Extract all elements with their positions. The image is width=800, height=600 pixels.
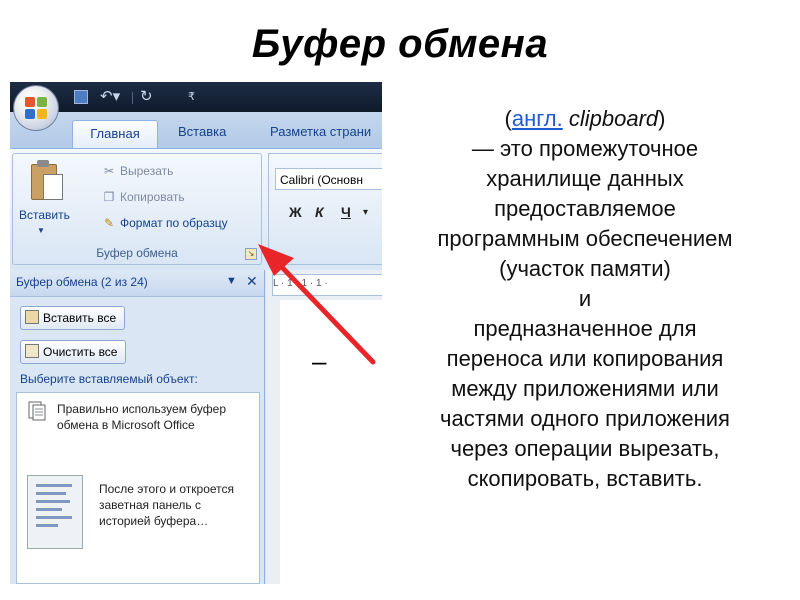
clipboard-item[interactable]: После этого и откроется заветная панель … [99, 481, 249, 529]
definition-line: — это промежуточное [471, 136, 699, 161]
office-button[interactable] [14, 86, 58, 130]
document-icon [27, 401, 47, 421]
clipboard-item[interactable]: Правильно используем буфер обмена в Micr… [57, 401, 253, 433]
underline-dropdown-icon[interactable]: ▾ [363, 207, 368, 218]
scissors-icon: ✂ [103, 164, 115, 178]
definition-text: (англ. clipboard) — это промежуточное хр… [372, 104, 798, 494]
definition-line: хранилище данных [486, 166, 684, 191]
close-paren: ) [658, 106, 666, 131]
open-paren: ( [504, 106, 512, 131]
document-area: L · 1 · 1 · 1 · [266, 270, 382, 584]
customize-qat-icon[interactable]: ₹ [188, 89, 195, 105]
definition-line: (участок памяти) [499, 256, 671, 281]
definition-line: программным обеспечением [437, 226, 733, 251]
ruler: L · 1 · 1 · 1 · [272, 274, 382, 296]
office-screenshot: ↶▾ ↻ ₹ Главная Вставка Разметка страни В… [10, 82, 382, 584]
document-page[interactable] [280, 300, 382, 584]
paste-button[interactable]: Вставить [19, 208, 70, 222]
clipboard-task-pane: Буфер обмена (2 из 24) ▼ ✕ Вставить все … [10, 270, 265, 584]
copy-icon: ❐ [103, 190, 115, 204]
ribbon-tabs: Главная Вставка Разметка страни [10, 112, 382, 148]
copy-label: Копировать [120, 190, 185, 204]
paste-dropdown-icon[interactable]: ▼ [37, 226, 45, 235]
close-icon[interactable]: ✕ [246, 273, 258, 290]
office-logo-icon [25, 97, 47, 119]
redo-icon[interactable]: ↻ [140, 89, 153, 105]
definition-first-line: (англ. clipboard) [372, 104, 798, 134]
definition-line: скопировать, вставить. [467, 466, 703, 491]
tab-home[interactable]: Главная [72, 120, 158, 148]
clear-all-button[interactable]: Очистить все [20, 340, 127, 364]
format-painter-button[interactable]: ✎ Формат по образцу [101, 216, 228, 230]
clipboard-group: Вставить ▼ ✂ Вырезать ❐ Копировать ✎ Формат… [12, 153, 262, 265]
slide-title: Буфер обмена [251, 22, 549, 66]
undo-icon[interactable]: ↶▾ [100, 89, 120, 105]
lang-link[interactable]: англ. [512, 106, 563, 131]
bold-button[interactable]: Ж [289, 204, 302, 220]
italic-button[interactable]: К [315, 204, 324, 220]
task-pane-header: Буфер обмена (2 из 24) ▼ ✕ [10, 270, 264, 297]
cut-button[interactable]: ✂ Вырезать [101, 164, 173, 178]
task-pane-menu-icon[interactable]: ▼ [226, 275, 237, 287]
title-bar: ↶▾ ↻ ₹ [10, 82, 382, 112]
definition-line: предоставляемое [494, 196, 676, 221]
paste-icon[interactable] [31, 160, 63, 200]
clipboard-items-list: Правильно используем буфер обмена в Micr… [16, 392, 260, 584]
clear-all-icon [25, 344, 39, 358]
ribbon: Вставить ▼ ✂ Вырезать ❐ Копировать ✎ Формат… [10, 148, 382, 269]
qat-separator [132, 92, 133, 104]
font-name-field[interactable]: Calibri (Основн [275, 168, 382, 190]
underline-button[interactable]: Ч [341, 204, 351, 220]
image-thumbnail-icon [27, 475, 83, 549]
paste-all-label: Вставить все [43, 311, 117, 325]
definition-line: через операции вырезать, [450, 436, 720, 461]
clipboard-group-label: Буфер обмена [96, 246, 178, 260]
definition-line: и [578, 286, 592, 311]
task-pane-title: Буфер обмена (2 из 24) [16, 275, 148, 289]
tab-insert[interactable]: Вставка [178, 124, 226, 139]
copy-button[interactable]: ❐ Копировать [101, 190, 185, 204]
cursor-dash: – [312, 346, 327, 376]
paste-all-icon [25, 310, 39, 324]
cut-label: Вырезать [120, 164, 174, 178]
definition-line: предназначенное для [473, 316, 697, 341]
definition-line: переноса или копирования [446, 346, 724, 371]
clipboard-dialog-launcher-icon[interactable]: ↘ [245, 248, 257, 260]
brush-icon: ✎ [103, 216, 115, 230]
save-icon[interactable] [74, 90, 88, 104]
clear-all-label: Очистить все [43, 345, 118, 359]
term-clipboard: clipboard [562, 106, 659, 131]
definition-line: между приложениями или [451, 376, 719, 401]
font-group: Calibri (Основн Ж К Ч ▾ [268, 153, 382, 265]
format-painter-label: Формат по образцу [120, 216, 228, 230]
task-pane-prompt: Выберите вставляемый объект: [20, 372, 198, 386]
definition-line: частями одного приложения [440, 406, 730, 431]
tab-page-layout[interactable]: Разметка страни [270, 124, 371, 139]
paste-all-button[interactable]: Вставить все [20, 306, 126, 330]
